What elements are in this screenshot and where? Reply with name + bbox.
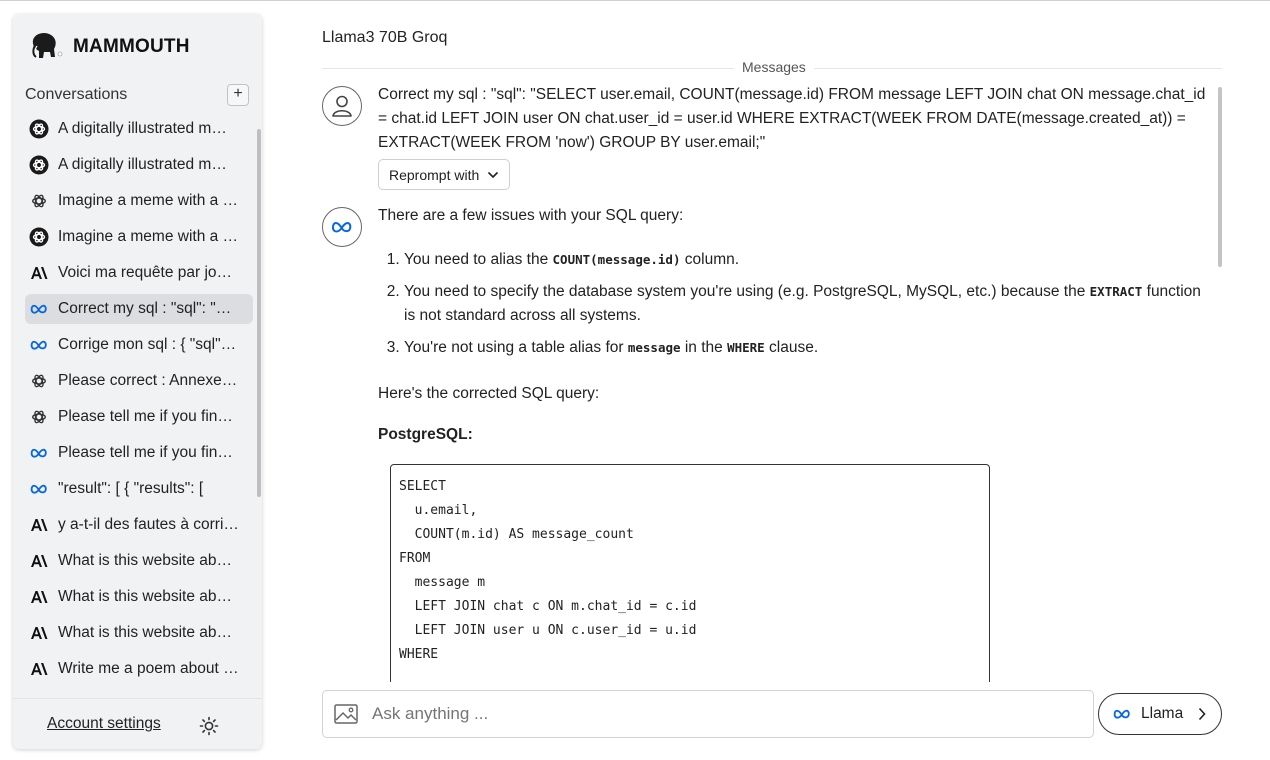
user-message-body: Correct my sql : "sql": "SELECT user.ema… xyxy=(378,83,1212,190)
meta-icon xyxy=(29,299,49,319)
conversation-item[interactable]: A digitally illustrated m… xyxy=(25,114,253,144)
conversation-item-label: A digitally illustrated m… xyxy=(58,156,227,173)
conversation-item-label: What is this website ab… xyxy=(58,624,233,641)
anthropic-icon xyxy=(29,659,49,679)
conversation-item-label: What is this website ab… xyxy=(58,552,233,569)
list-item: You need to specify the database system … xyxy=(404,280,1212,328)
meta-icon xyxy=(331,221,352,233)
composer xyxy=(322,690,1094,738)
messages-scrollbar[interactable] xyxy=(1218,87,1222,267)
inline-code: WHERE xyxy=(727,340,765,355)
sidebar-scrollbar[interactable] xyxy=(257,129,261,497)
conversation-item-label: Corrige mon sql : { "sql":… xyxy=(58,336,240,353)
conversation-item-label: Please correct : Annexe … xyxy=(58,372,240,389)
reprompt-with-button[interactable]: Reprompt with xyxy=(378,159,511,190)
chevron-right-icon xyxy=(1198,707,1206,721)
issues-list: You need to alias the COUNT(message.id) … xyxy=(404,248,1212,360)
inline-code: message xyxy=(627,340,681,355)
conversation-item-label: Please tell me if you find… xyxy=(58,408,240,425)
sidebar-footer: Account settings xyxy=(13,698,262,748)
conversation-item-label: Write me a poem about … xyxy=(58,660,239,677)
assistant-avatar xyxy=(322,207,362,247)
conversations-header: Conversations + xyxy=(25,84,249,106)
anthropic-icon xyxy=(29,515,49,535)
messages-pane: Correct my sql : "sql": "SELECT user.ema… xyxy=(322,83,1212,682)
user-icon xyxy=(332,95,352,117)
chevron-down-icon xyxy=(488,171,499,178)
sun-icon[interactable] xyxy=(199,716,219,736)
conversation-item[interactable]: Write me a poem about … xyxy=(25,654,253,684)
meta-icon xyxy=(29,479,49,499)
conversation-item[interactable]: Voici ma requête par jo… xyxy=(25,258,253,288)
conversation-item[interactable]: What is this website ab… xyxy=(25,618,253,648)
conversation-item[interactable]: Please tell me if you find… xyxy=(25,438,253,468)
assistant-message-body: There are a few issues with your SQL que… xyxy=(378,204,1212,682)
conversation-item[interactable]: A digitally illustrated m… xyxy=(25,150,253,180)
openai-light-icon xyxy=(29,407,49,427)
meta-icon xyxy=(29,335,49,355)
conversation-item[interactable]: Please tell me if you find… xyxy=(25,402,253,432)
conversation-item-label: What is this website ab… xyxy=(58,588,233,605)
anthropic-icon xyxy=(29,263,49,283)
conversation-item-label: Imagine a meme with a … xyxy=(58,192,239,209)
conversation-item[interactable]: Correct my sql : "sql": "S… xyxy=(25,294,253,324)
meta-icon xyxy=(29,443,49,463)
mammoth-logo-icon xyxy=(32,32,63,58)
model-selector-label: Llama xyxy=(1141,705,1184,722)
user-message-text: Correct my sql : "sql": "SELECT user.ema… xyxy=(378,86,1206,151)
conversation-list: A digitally illustrated m… A digitally il… xyxy=(25,114,253,692)
user-message: Correct my sql : "sql": "SELECT user.ema… xyxy=(322,83,1212,190)
conversations-title: Conversations xyxy=(25,86,128,103)
ask-input[interactable] xyxy=(372,704,1052,724)
conversation-item[interactable]: "result": [ { "results": [ xyxy=(25,474,253,504)
reprompt-label: Reprompt with xyxy=(389,166,480,183)
conversation-item-label: Imagine a meme with a … xyxy=(58,228,239,245)
meta-icon xyxy=(1113,709,1130,719)
conversation-item[interactable]: Imagine a meme with a … xyxy=(25,186,253,216)
list-item: You're not using a table alias for messa… xyxy=(404,336,1212,360)
dialect-heading: PostgreSQL: xyxy=(378,426,473,443)
conversation-item[interactable]: Please correct : Annexe … xyxy=(25,366,253,396)
assistant-message: There are a few issues with your SQL que… xyxy=(322,204,1212,682)
new-conversation-button[interactable]: + xyxy=(227,84,249,106)
list-item: You need to alias the COUNT(message.id) … xyxy=(404,248,1212,272)
conversation-item-label: A digitally illustrated m… xyxy=(58,120,227,137)
anthropic-icon xyxy=(29,587,49,607)
inline-code: COUNT(message.id) xyxy=(552,252,681,267)
assistant-intro: There are a few issues with your SQL que… xyxy=(378,207,684,224)
account-settings-link[interactable]: Account settings xyxy=(47,715,161,733)
openai-light-icon xyxy=(29,191,49,211)
conversation-item[interactable]: Imagine a meme with a … xyxy=(25,222,253,252)
brand-name: MAMMOUTH xyxy=(73,36,190,57)
conversation-item-label: Correct my sql : "sql": "S… xyxy=(58,300,240,317)
conversation-item-label: Voici ma requête par jo… xyxy=(58,264,233,281)
model-title: Llama3 70B Groq xyxy=(322,29,448,46)
conversation-item[interactable]: Corrige mon sql : { "sql":… xyxy=(25,330,253,360)
inline-code: EXTRACT xyxy=(1089,284,1143,299)
anthropic-icon xyxy=(29,551,49,571)
code-block[interactable]: SELECT u.email, COUNT(m.id) AS message_c… xyxy=(390,464,990,682)
openai-dark-icon xyxy=(29,119,49,139)
openai-dark-icon xyxy=(29,227,49,247)
conversation-item[interactable]: y a-t-il des fautes à corri… xyxy=(25,510,253,540)
user-avatar xyxy=(322,86,362,126)
sidebar: MAMMOUTH Conversations + A digitally ill… xyxy=(13,14,262,749)
image-upload-icon[interactable] xyxy=(334,704,358,724)
conversation-item-label: "result": [ { "results": [ xyxy=(58,480,204,497)
messages-label: Messages xyxy=(734,59,814,75)
model-selector-button[interactable]: Llama xyxy=(1098,693,1222,735)
conversation-item[interactable]: What is this website ab… xyxy=(25,546,253,576)
conversation-item-label: Please tell me if you find… xyxy=(58,444,240,461)
brand[interactable]: MAMMOUTH xyxy=(27,30,190,64)
conversation-item[interactable]: What is this website ab… xyxy=(25,582,253,612)
anthropic-icon xyxy=(29,623,49,643)
openai-light-icon xyxy=(29,371,49,391)
conversation-item-label: y a-t-il des fautes à corri… xyxy=(58,516,239,533)
corrected-query-intro: Here's the corrected SQL query: xyxy=(378,385,600,402)
openai-dark-icon xyxy=(29,155,49,175)
